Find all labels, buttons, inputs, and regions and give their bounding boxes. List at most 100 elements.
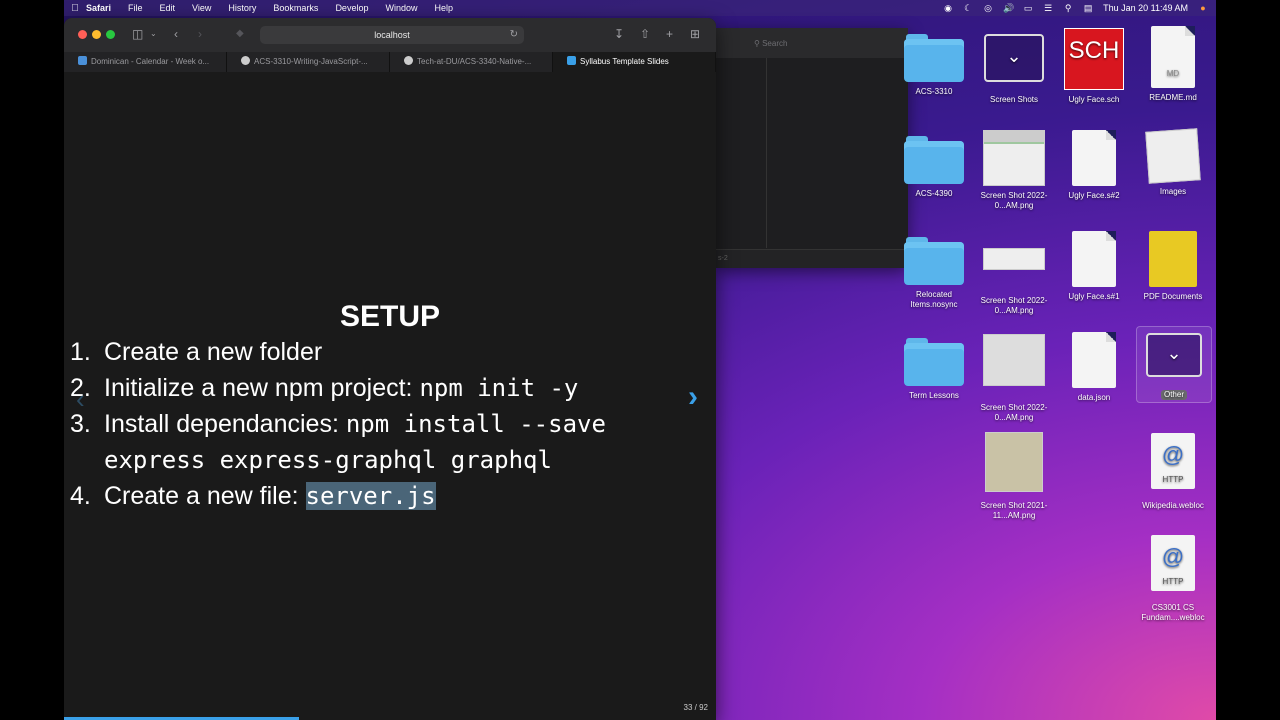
desktop-item-label: Screen Shot 2022-0...AM.png [980, 403, 1048, 422]
share-icon[interactable]: ⇧ [640, 27, 650, 41]
highlighted-code-snippet[interactable]: server.js [305, 482, 436, 510]
desktop-item-selected[interactable]: ⌄ Other [1136, 326, 1212, 403]
close-window-button[interactable] [78, 30, 87, 39]
desktop-item[interactable]: Screen Shot 2022-0...AM.png [974, 248, 1054, 316]
zoom-window-button[interactable] [106, 30, 115, 39]
tab-syllabus-slides[interactable]: Syllabus Template Slides [553, 52, 716, 72]
screenshot-thumbnail-icon [983, 334, 1045, 386]
list-number: 4. [70, 482, 91, 510]
code-snippet: npm init -y [419, 374, 579, 402]
desktop-item-label: Wikipedia.webloc [1142, 501, 1204, 510]
menu-view[interactable]: View [192, 3, 211, 13]
folder-icon [904, 338, 964, 386]
menu-history[interactable]: History [228, 3, 256, 13]
markdown-file-icon: MD [1151, 26, 1195, 88]
desktop-item[interactable]: Screen Shot 2022-0...AM.png [974, 130, 1054, 211]
slide-list: 1. Create a new folder 2. Initialize a n… [70, 334, 606, 514]
desktop-item[interactable]: SCH Ugly Face.sch [1054, 28, 1134, 105]
screenshot-thumbnail-icon [983, 130, 1045, 186]
desktop-item[interactable]: Term Lessons [894, 338, 974, 401]
desktop-item[interactable]: ACS-4390 [894, 136, 974, 199]
stack-icon: ⌄ [984, 34, 1044, 82]
tab-label: ACS-3310-Writing-JavaScript-... [254, 57, 368, 66]
moon-icon[interactable]: ☾ [963, 3, 973, 13]
desktop-item-label: ACS-4390 [915, 189, 953, 198]
slides-favicon-icon [567, 56, 576, 65]
calendar-favicon-icon [78, 56, 87, 65]
address-bar[interactable]: localhost ↻ [260, 26, 524, 44]
at-icon: @ [1161, 442, 1185, 467]
new-tab-button[interactable]: + [666, 27, 673, 41]
tab-label: Dominican - Calendar - Week o... [91, 57, 210, 66]
desktop-item[interactable]: Ugly Face.s#1 [1054, 231, 1134, 302]
list-text: Initialize a new npm project: [104, 374, 420, 402]
desktop-item-label: PDF Documents [1143, 292, 1203, 301]
tab-overview-icon[interactable]: ⊞ [690, 27, 700, 41]
desktop-item[interactable]: Screen Shot 2021-11...AM.png [974, 432, 1054, 521]
desktop-item-label: Ugly Face.s#2 [1068, 191, 1120, 200]
tab-calendar[interactable]: Dominican - Calendar - Week o... [64, 52, 227, 72]
tab-acs-3340[interactable]: Tech-at-DU/ACS-3340-Native-... [390, 52, 553, 72]
desktop-item[interactable]: @ HTTP CS3001 CS Fundam....webloc [1133, 535, 1213, 623]
menu-edit[interactable]: Edit [160, 3, 176, 13]
menu-file[interactable]: File [128, 3, 143, 13]
desktop-item[interactable]: Relocated Items.nosync [894, 237, 974, 310]
desktop-item[interactable]: ACS-3310 [894, 34, 974, 97]
list-item: 2. Initialize a new npm project: npm ini… [70, 370, 606, 406]
folder-icon [904, 34, 964, 82]
previous-slide-button[interactable]: ‹ [76, 384, 85, 415]
minimize-window-button[interactable] [92, 30, 101, 39]
pdf-stack-icon [1149, 231, 1197, 287]
chevron-down-icon[interactable]: ⌄ [150, 27, 157, 41]
shield-icon[interactable]: ◆ [236, 27, 244, 41]
reload-icon[interactable]: ↻ [510, 26, 518, 44]
desktop-item[interactable]: Screen Shot 2022-0...AM.png [974, 334, 1054, 423]
menubar-clock[interactable]: Thu Jan 20 11:49 AM [1103, 3, 1188, 13]
sidebar-toggle-icon[interactable]: ◫ [132, 27, 143, 41]
forward-button[interactable]: › [198, 27, 202, 41]
download-icon[interactable]: ↧ [614, 27, 624, 41]
menu-app-name[interactable]: Safari [86, 3, 111, 13]
tab-acs-3310[interactable]: ACS-3310-Writing-JavaScript-... [227, 52, 390, 72]
battery-icon[interactable]: ▭ [1023, 3, 1033, 13]
volume-icon[interactable]: 🔊 [1003, 3, 1014, 13]
next-slide-button[interactable]: › [688, 380, 698, 414]
wifi-icon[interactable]: ☰ [1043, 3, 1053, 13]
desktop-item[interactable]: @ HTTP Wikipedia.webloc [1133, 433, 1213, 511]
document-icon [1072, 231, 1116, 287]
menu-window[interactable]: Window [385, 3, 417, 13]
list-text: Create a new file: [104, 482, 306, 510]
webloc-file-icon: @ HTTP [1151, 535, 1195, 591]
menu-bookmarks[interactable]: Bookmarks [273, 3, 318, 13]
finder-search-input[interactable]: ⚲ Search [754, 36, 894, 52]
desktop-item[interactable]: PDF Documents [1133, 231, 1213, 302]
desktop-item[interactable]: data.json [1054, 332, 1134, 403]
airdrop-icon[interactable]: ◎ [983, 3, 993, 13]
spotlight-icon[interactable]: ⚲ [1063, 3, 1073, 13]
desktop-item[interactable]: Images [1133, 128, 1213, 197]
github-favicon-icon [241, 56, 250, 65]
safari-window: ◫ ⌄ ‹ › ◆ localhost ↻ ↧ ⇧ + ⊞ Dominican … [64, 18, 716, 720]
desktop-item-label: Ugly Face.sch [1068, 95, 1120, 104]
slide-counter: 33 / 92 [683, 703, 708, 712]
menu-help[interactable]: Help [434, 3, 453, 13]
finder-status-bar: s-2 [716, 249, 910, 268]
browser-toolbar: ◫ ⌄ ‹ › ◆ localhost ↻ ↧ ⇧ + ⊞ [64, 18, 716, 52]
http-icon-text: HTTP [1162, 475, 1184, 484]
images-stack-icon [1145, 128, 1201, 184]
back-button[interactable]: ‹ [174, 27, 178, 41]
list-text: Create a new folder [104, 338, 323, 366]
control-center-icon[interactable]: ▤ [1083, 3, 1093, 13]
at-icon: @ [1161, 544, 1185, 569]
desktop-item[interactable]: ⌄ Screen Shots [974, 34, 1054, 105]
desktop-item-label: Screen Shots [989, 95, 1039, 104]
screenshot-thumbnail-icon [983, 248, 1045, 270]
menu-develop[interactable]: Develop [335, 3, 368, 13]
sch-file-icon: SCH [1064, 28, 1124, 90]
record-icon[interactable]: ◉ [943, 3, 953, 13]
search-icon: ⚲ [754, 39, 763, 48]
desktop-item[interactable]: MD README.md [1133, 26, 1213, 103]
apple-menu-icon[interactable]:  [64, 3, 86, 14]
list-text: Install dependancies: [104, 410, 346, 438]
desktop-item[interactable]: Ugly Face.s#2 [1054, 130, 1134, 201]
